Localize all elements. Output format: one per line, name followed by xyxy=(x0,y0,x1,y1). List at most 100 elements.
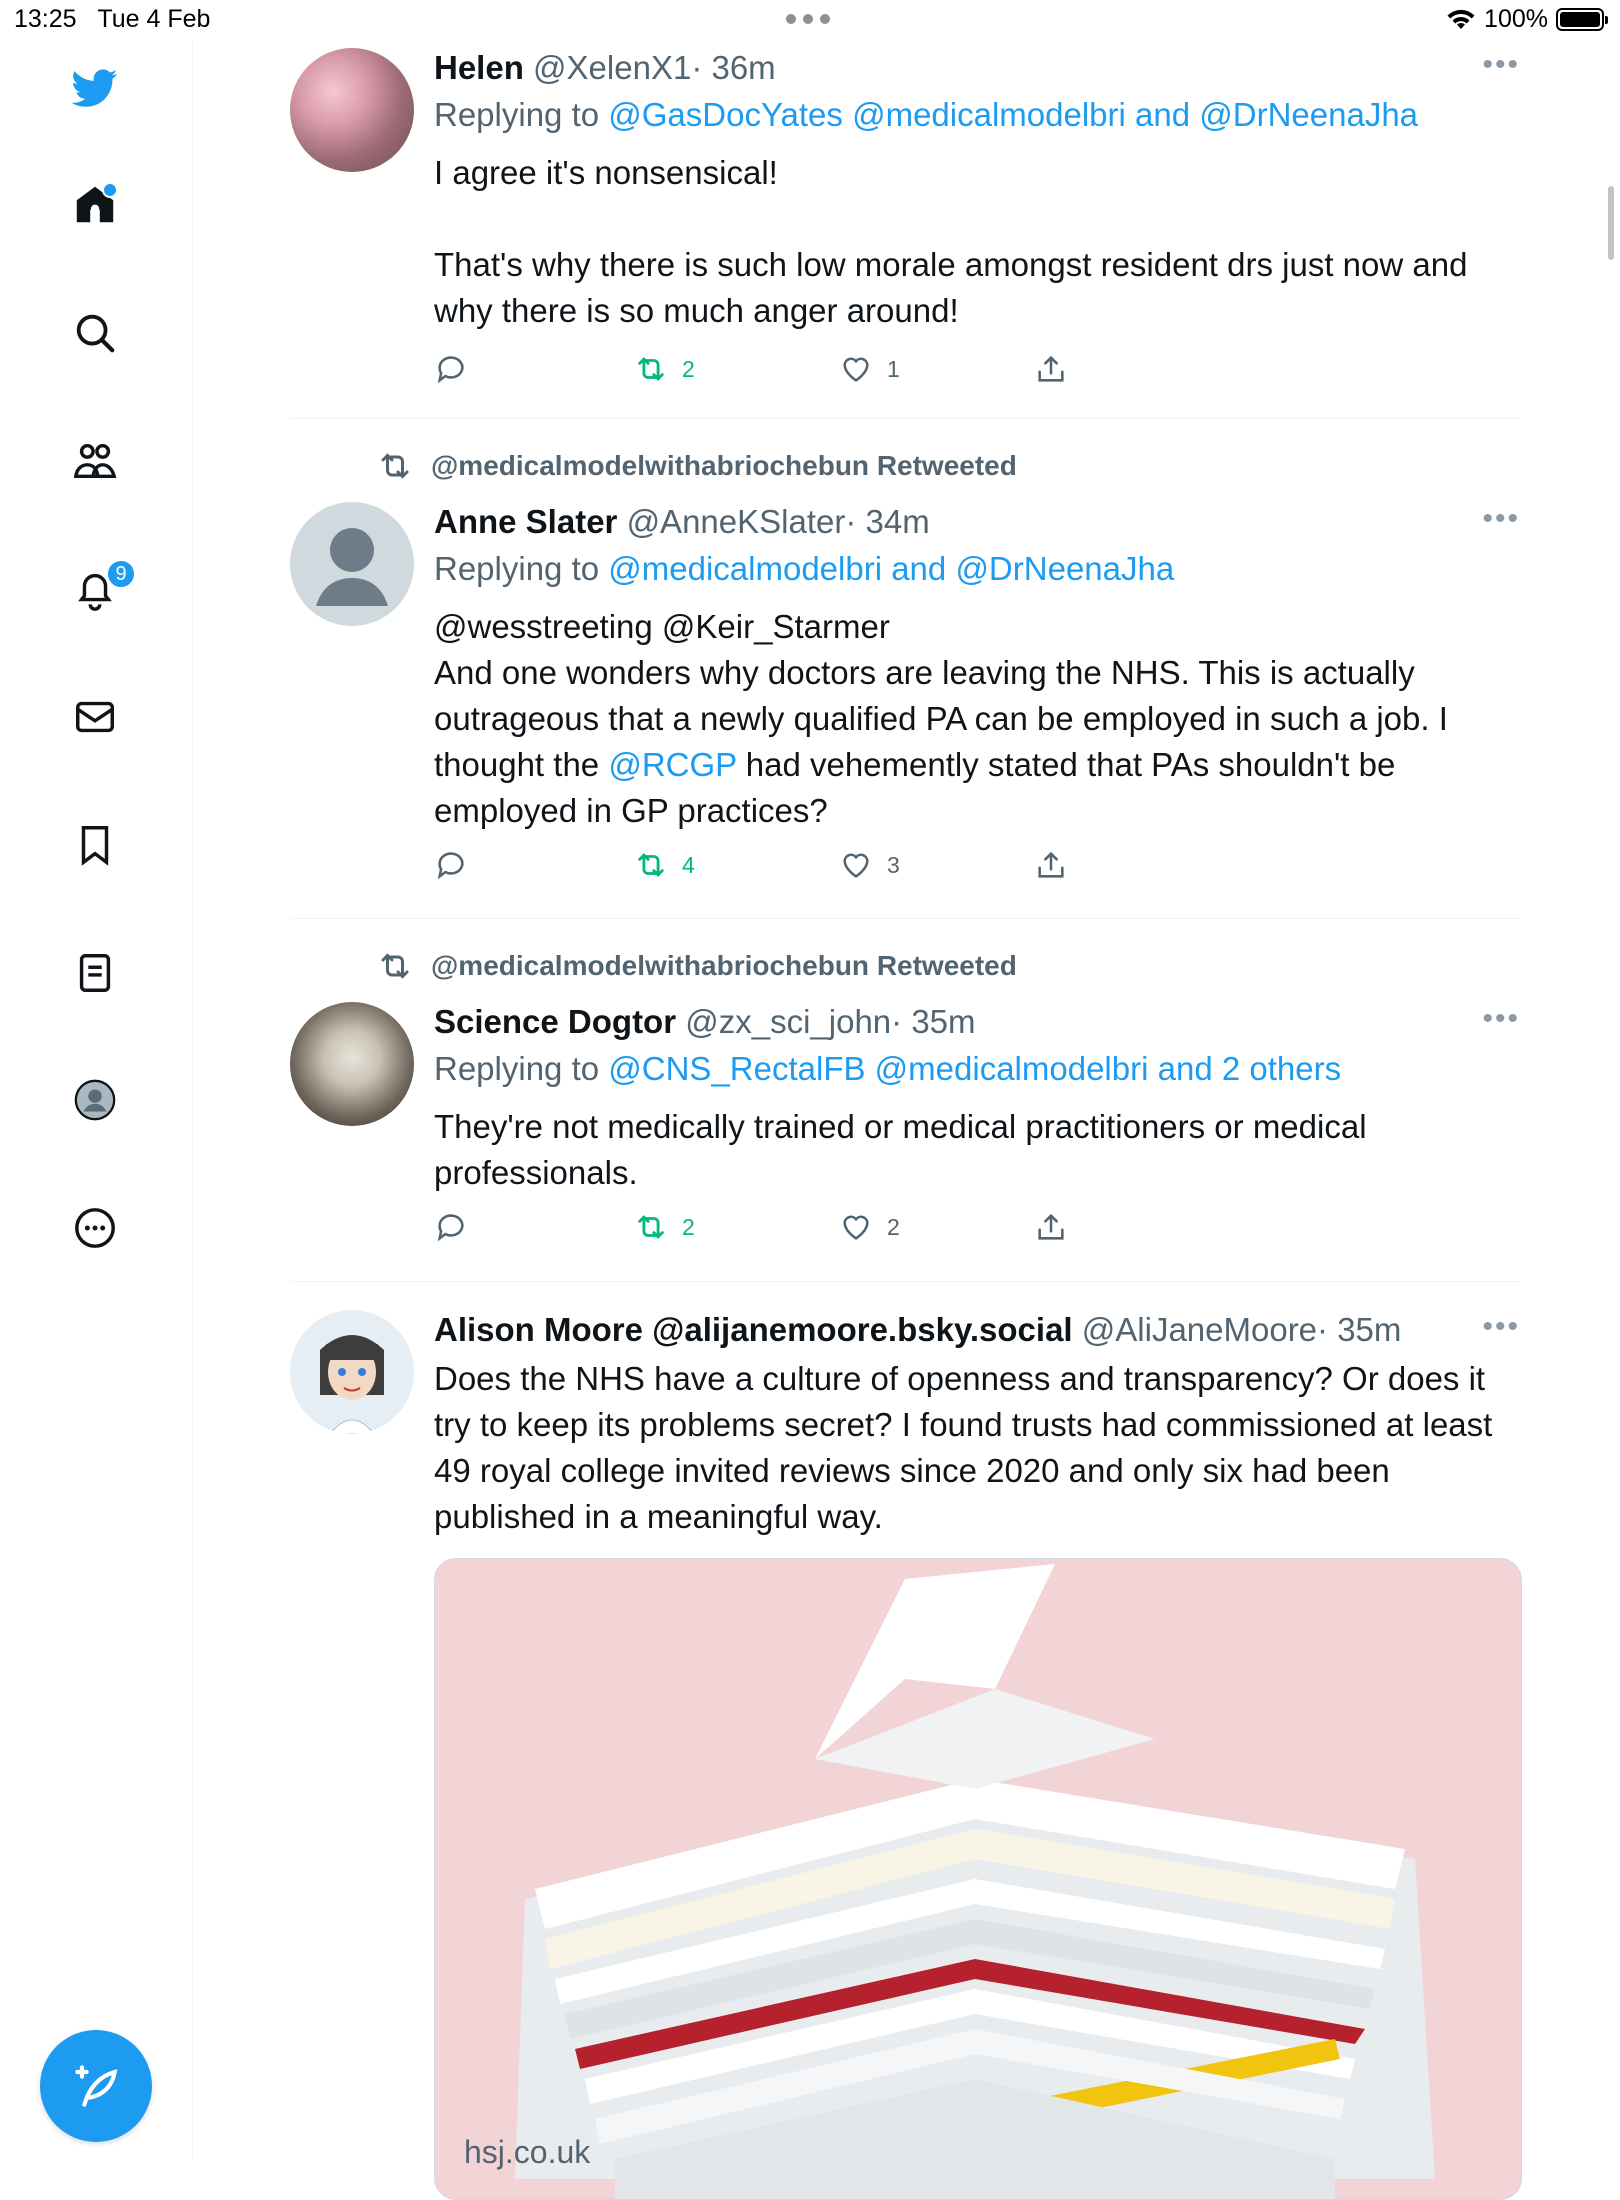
tweet-divider xyxy=(290,918,1520,919)
avatar[interactable] xyxy=(290,1002,414,1126)
author-handle[interactable]: @AnneKSlater xyxy=(627,503,846,540)
tweet-header: Science Dogtor @zx_sci_john· 35m xyxy=(434,1002,1520,1042)
default-avatar-icon xyxy=(316,528,388,606)
retweeted-by-label[interactable]: @medicalmodelwithabriochebun Retweeted xyxy=(375,448,1017,484)
notifications-badge: 9 xyxy=(106,559,136,589)
tweet[interactable]: Helen @XelenX1· 36m ••• Replying to @Gas… xyxy=(290,48,1520,418)
messages-icon[interactable] xyxy=(70,692,120,742)
author-handle[interactable]: @zx_sci_john xyxy=(685,1003,891,1040)
multitasking-dots[interactable] xyxy=(786,14,830,24)
more-options-icon[interactable]: ••• xyxy=(1482,1310,1520,1344)
mention-link[interactable]: @DrNeenaJha xyxy=(955,550,1174,587)
reply-button[interactable] xyxy=(434,1210,468,1244)
more-options-icon[interactable]: ••• xyxy=(1482,1002,1520,1036)
link-card-image[interactable] xyxy=(434,1558,1522,2200)
avatar[interactable] xyxy=(290,502,414,626)
wifi-icon xyxy=(1447,9,1475,29)
tweet-text: And one wonders why doctors are leaving … xyxy=(434,654,1448,829)
like-count: 1 xyxy=(887,355,900,382)
status-right: 100% xyxy=(1446,5,1608,34)
retweeted-by-label[interactable]: @medicalmodelwithabriochebun Retweeted xyxy=(375,948,1017,984)
author-name[interactable]: Helen xyxy=(434,49,524,86)
tweet[interactable]: Science Dogtor @zx_sci_john· 35m ••• Rep… xyxy=(290,1002,1520,1272)
tweet-time: · 35m xyxy=(1317,1311,1402,1348)
tweet-actions: 2 1 xyxy=(434,352,1134,392)
retweet-button[interactable]: 2 xyxy=(634,1210,695,1244)
retweet-icon xyxy=(638,357,664,381)
share-button[interactable] xyxy=(1034,352,1068,386)
retweet-button[interactable]: 4 xyxy=(634,848,695,882)
mention-link[interactable]: @CNS_RectalFB xyxy=(608,1050,865,1087)
more-options-icon[interactable]: ••• xyxy=(1482,48,1520,82)
mention-link[interactable]: @GasDocYates xyxy=(608,96,843,133)
retweet-icon xyxy=(638,853,664,877)
mention-link[interactable]: @DrNeenaJha xyxy=(1199,96,1418,133)
share-icon xyxy=(1038,355,1064,382)
tweet-time: · 35m xyxy=(891,1003,976,1040)
link-card-domain[interactable]: hsj.co.uk xyxy=(464,2134,590,2171)
author-name[interactable]: Science Dogtor xyxy=(434,1003,676,1040)
mention-link[interactable]: @medicalmodelbri xyxy=(852,96,1126,133)
mention-link[interactable]: @medicalmodelbri xyxy=(608,550,882,587)
tweet-text: Does the NHS have a culture of openness … xyxy=(434,1360,1493,1535)
reply-icon xyxy=(437,356,464,384)
status-bar: 13:25 Tue 4 Feb 100% xyxy=(0,0,1620,40)
mention-link[interactable]: @medicalmodelbri xyxy=(875,1050,1149,1087)
reply-icon xyxy=(437,1214,464,1242)
retweet-button[interactable]: 2 xyxy=(634,352,695,386)
retweet-icon xyxy=(381,453,409,479)
reply-button[interactable] xyxy=(434,848,468,882)
tweet[interactable]: Alison Moore @alijanemoore.bsky.social @… xyxy=(290,1310,1522,2200)
retweet-count: 4 xyxy=(682,851,695,878)
retweet-count: 2 xyxy=(682,355,695,382)
others-link[interactable]: and 2 others xyxy=(1158,1050,1341,1087)
compose-icon xyxy=(75,2065,118,2107)
compose-tweet-button[interactable] xyxy=(40,2030,152,2142)
twitter-bird-icon[interactable] xyxy=(70,63,120,113)
mention-links[interactable]: @wesstreeting @Keir_Starmer xyxy=(434,604,1520,650)
author-name[interactable]: Anne Slater xyxy=(434,503,617,540)
more-icon[interactable] xyxy=(70,1203,120,1253)
avatar[interactable] xyxy=(290,48,414,172)
heart-icon xyxy=(843,853,869,878)
battery-icon xyxy=(1556,8,1608,31)
tweet-actions: 2 2 xyxy=(434,1210,1134,1250)
home-icon[interactable] xyxy=(70,180,120,230)
share-button[interactable] xyxy=(1034,848,1068,882)
like-button[interactable]: 3 xyxy=(839,848,900,882)
profile-icon[interactable] xyxy=(70,1075,120,1125)
search-icon[interactable] xyxy=(70,308,120,358)
tweet-text: They're not medically trained or medical… xyxy=(434,1108,1367,1191)
battery-percent: 100% xyxy=(1484,5,1548,33)
scroll-indicator[interactable] xyxy=(1608,186,1614,260)
reply-button[interactable] xyxy=(434,352,468,386)
tweet-divider xyxy=(290,418,1520,419)
notifications-icon[interactable]: 9 xyxy=(70,559,136,615)
retweet-count: 2 xyxy=(682,1213,695,1240)
mention-link[interactable]: @RCGP xyxy=(608,746,736,783)
like-button[interactable]: 2 xyxy=(839,1210,900,1244)
share-icon xyxy=(1038,851,1064,878)
communities-icon[interactable] xyxy=(70,436,120,486)
replying-to: Replying to @GasDocYates @medicalmodelbr… xyxy=(434,96,1419,133)
lists-icon[interactable] xyxy=(70,948,120,998)
more-options-icon[interactable]: ••• xyxy=(1482,502,1520,536)
avatar[interactable] xyxy=(290,1310,414,1434)
sidebar-nav: 9 xyxy=(0,40,193,2160)
tweet[interactable]: Anne Slater @AnneKSlater· 34m ••• Replyi… xyxy=(290,502,1520,902)
author-name[interactable]: Alison Moore @alijanemoore.bsky.social xyxy=(434,1311,1073,1348)
tweet-divider xyxy=(290,1281,1520,1282)
tweet-time: · 36m xyxy=(691,49,776,86)
like-count: 2 xyxy=(887,1213,900,1240)
author-handle[interactable]: @AliJaneMoore xyxy=(1082,1311,1317,1348)
like-button[interactable]: 1 xyxy=(839,352,900,386)
home-new-dot xyxy=(102,182,118,198)
retweet-icon xyxy=(638,1215,664,1239)
share-button[interactable] xyxy=(1034,1210,1068,1244)
status-time: 13:25 Tue 4 Feb xyxy=(14,5,211,33)
author-handle[interactable]: @XelenX1 xyxy=(533,49,691,86)
cartoon-avatar-icon xyxy=(320,1335,384,1434)
tweet-header: Alison Moore @alijanemoore.bsky.social @… xyxy=(434,1310,1520,1350)
reply-icon xyxy=(437,852,464,880)
bookmarks-icon[interactable] xyxy=(70,820,120,870)
